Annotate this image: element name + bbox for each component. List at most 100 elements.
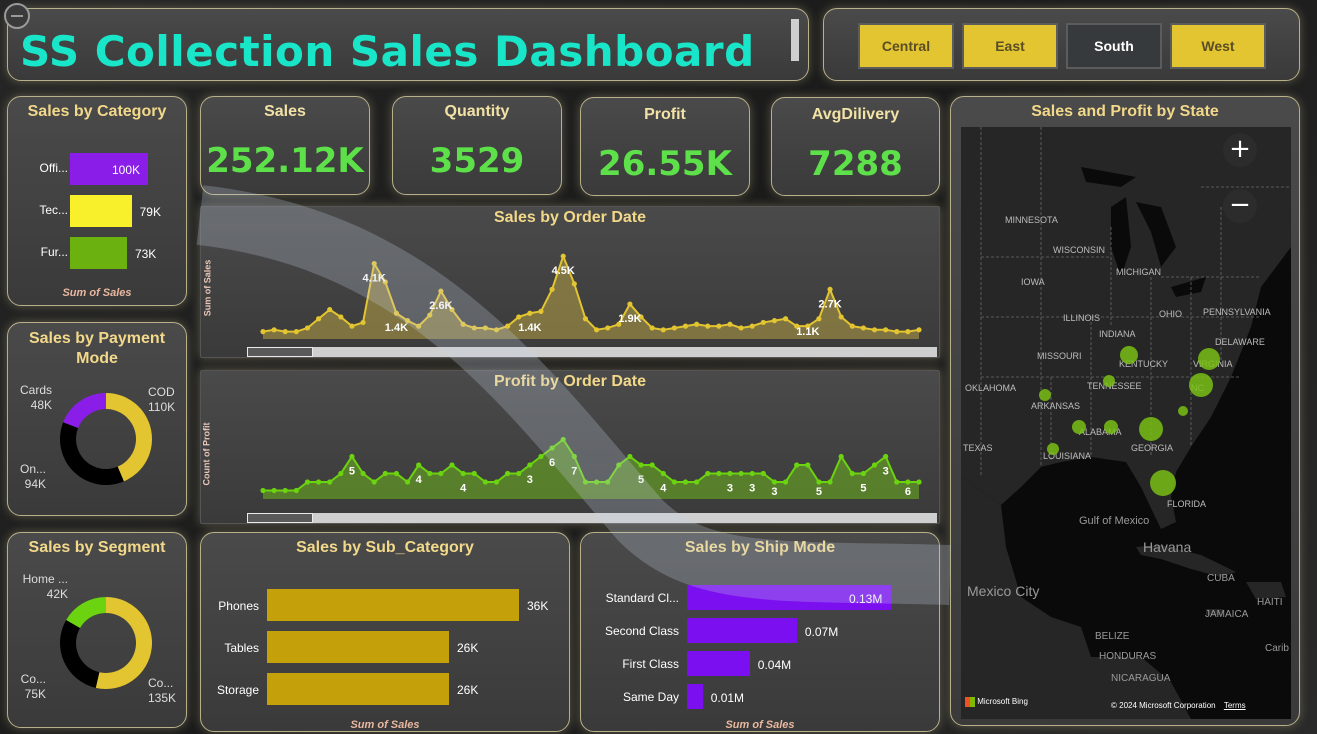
data-point[interactable] [382,470,388,477]
zoom-in-button[interactable]: + [1223,133,1257,167]
data-point[interactable] [471,325,477,331]
data-point[interactable] [671,479,677,485]
data-point[interactable] [605,325,611,331]
data-point[interactable] [749,470,755,477]
data-point[interactable] [694,321,700,327]
data-point[interactable] [727,470,733,477]
data-point[interactable] [905,479,911,485]
map-bubble[interactable] [1198,348,1220,370]
data-point[interactable] [671,325,677,331]
data-point[interactable] [638,462,644,468]
data-point[interactable] [771,318,778,324]
data-point[interactable] [338,470,344,477]
map-bubble[interactable] [1047,443,1059,455]
data-point[interactable] [271,487,277,494]
data-point[interactable] [371,479,377,485]
data-point[interactable] [660,470,666,477]
data-point[interactable] [416,323,422,329]
data-point[interactable] [782,479,789,485]
data-point[interactable] [871,327,878,333]
donut-slice[interactable] [60,620,100,688]
data-point[interactable] [293,487,299,494]
data-point[interactable] [894,329,900,335]
data-point[interactable] [560,436,566,443]
data-point[interactable] [883,327,889,333]
data-point[interactable] [327,479,333,485]
data-point[interactable] [393,470,400,477]
data-point[interactable] [627,453,633,460]
donut-slice[interactable] [63,393,106,429]
data-point[interactable] [816,316,822,322]
data-point[interactable] [749,323,755,329]
data-point[interactable] [349,453,355,460]
data-point[interactable] [505,323,511,329]
data-point[interactable] [727,321,733,327]
data-point[interactable] [493,327,500,333]
back-icon[interactable] [4,3,30,29]
data-point[interactable] [916,479,922,485]
data-point[interactable] [838,453,844,460]
data-point[interactable] [315,316,322,322]
data-point[interactable] [360,319,366,326]
data-point[interactable] [471,470,477,477]
data-point[interactable] [505,470,511,477]
data-point[interactable] [593,479,600,485]
data-point[interactable] [538,308,544,314]
data-point[interactable] [838,314,844,320]
data-point[interactable] [327,306,333,313]
data-point[interactable] [871,462,878,468]
data-point[interactable] [738,325,744,331]
data-point[interactable] [549,445,555,451]
data-point[interactable] [760,319,766,326]
data-point[interactable] [393,310,400,316]
data-point[interactable] [805,462,811,468]
data-point[interactable] [816,479,822,485]
data-point[interactable] [482,479,488,485]
data-point[interactable] [460,321,466,327]
data-point[interactable] [860,325,867,331]
data-point[interactable] [549,286,555,292]
map-bubble[interactable] [1178,406,1188,416]
donut-slice[interactable] [66,597,106,628]
data-point[interactable] [883,453,889,460]
map-bubble[interactable] [1072,420,1086,434]
data-point[interactable] [438,470,444,477]
data-point[interactable] [760,470,766,477]
scroll-handle[interactable] [791,19,799,61]
data-point[interactable] [771,479,778,485]
data-point[interactable] [705,470,711,477]
data-point[interactable] [694,479,700,485]
data-point[interactable] [482,325,488,331]
data-point[interactable] [827,286,833,292]
data-point[interactable] [782,316,789,322]
donut-slice[interactable] [59,422,124,485]
data-point[interactable] [627,301,633,307]
data-point[interactable] [460,470,466,477]
data-point[interactable] [527,310,533,316]
sales-by-order-date-scrollbar[interactable] [247,347,937,357]
data-point[interactable] [849,470,855,477]
data-point[interactable] [360,470,366,477]
data-point[interactable] [905,329,911,335]
data-point[interactable] [493,479,500,485]
data-point[interactable] [860,470,867,477]
data-point[interactable] [427,312,433,318]
region-west-button[interactable]: West [1170,23,1266,69]
data-point[interactable] [605,479,611,485]
data-point[interactable] [282,329,288,335]
data-point[interactable] [560,253,566,259]
data-point[interactable] [682,323,689,329]
data-point[interactable] [338,314,344,320]
data-point[interactable] [516,470,522,477]
map-bubble[interactable] [1189,373,1213,397]
data-point[interactable] [304,479,311,485]
data-point[interactable] [404,479,411,485]
data-point[interactable] [282,487,288,494]
data-point[interactable] [571,453,577,460]
data-point[interactable] [649,462,655,468]
data-point[interactable] [260,329,266,335]
data-point[interactable] [449,462,455,468]
data-point[interactable] [794,462,800,468]
data-point[interactable] [438,288,444,294]
data-point[interactable] [516,314,522,320]
